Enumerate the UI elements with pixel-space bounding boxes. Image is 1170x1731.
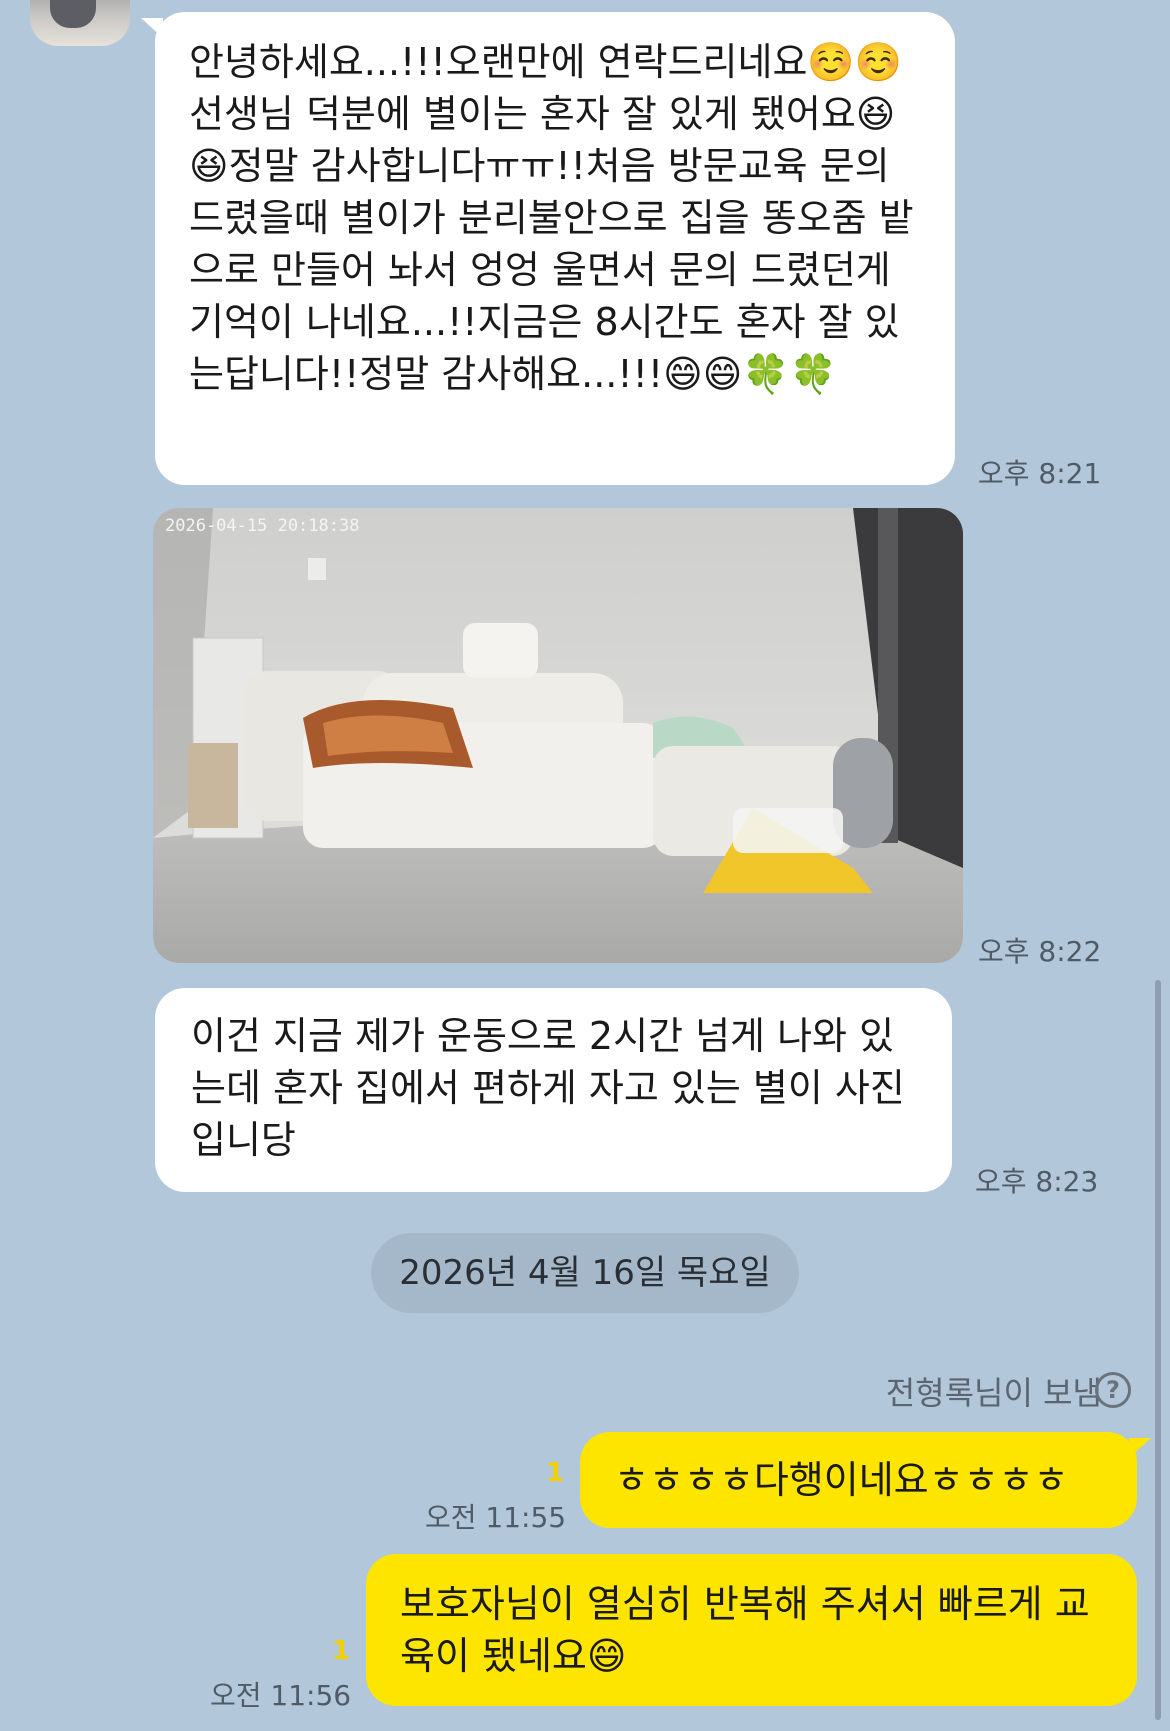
message-text: 이건 지금 제가 운동으로 2시간 넘게 나와 있는데 혼자 집에서 편하게 자… xyxy=(191,1014,905,1162)
sent-message-bubble[interactable]: ㅎㅎㅎㅎ다행이네요ㅎㅎㅎㅎ xyxy=(580,1432,1151,1528)
sent-message-bubble[interactable]: 보호자님이 열심히 반복해 주셔서 빠르게 교육이 됐네요😄 xyxy=(366,1554,1137,1706)
unread-count: 1 xyxy=(332,1636,351,1666)
message-text: 안녕하세요...!!!오랜만에 연락드리네요☺️☺️선생님 덕분에 별이는 혼자… xyxy=(189,40,914,396)
sender-avatar[interactable] xyxy=(30,0,130,46)
help-icon[interactable]: ? xyxy=(1095,1372,1131,1408)
message-time: 오후 8:23 xyxy=(975,1165,1099,1198)
photo-timestamp: 2026-04-15 20:18:38 xyxy=(165,516,360,536)
received-message-bubble[interactable]: 이건 지금 제가 운동으로 2시간 넘게 나와 있는데 혼자 집에서 편하게 자… xyxy=(155,988,952,1192)
message-time: 오전 11:55 xyxy=(425,1501,567,1534)
message-time: 오후 8:22 xyxy=(978,935,1102,968)
room-camera-image xyxy=(153,508,963,963)
sender-note: 전형록님이 보냄 xyxy=(885,1374,1102,1412)
received-photo[interactable]: 2026-04-15 20:18:38 xyxy=(153,508,963,963)
message-text: 보호자님이 열심히 반복해 주셔서 빠르게 교육이 됐네요😄 xyxy=(400,1582,1090,1678)
unread-count: 1 xyxy=(546,1458,565,1488)
message-time: 오후 8:21 xyxy=(978,457,1102,490)
message-text: ㅎㅎㅎㅎ다행이네요ㅎㅎㅎㅎ xyxy=(614,1458,1069,1502)
avatar-figure xyxy=(50,0,96,28)
message-time: 오전 11:56 xyxy=(210,1679,352,1712)
received-message-bubble[interactable]: 안녕하세요...!!!오랜만에 연락드리네요☺️☺️선생님 덕분에 별이는 혼자… xyxy=(141,12,955,485)
date-divider: 2026년 4월 16일 목요일 xyxy=(371,1233,799,1313)
scrollbar[interactable] xyxy=(1155,980,1161,1720)
chat-room: 안녕하세요...!!!오랜만에 연락드리네요☺️☺️선생님 덕분에 별이는 혼자… xyxy=(0,0,1170,1731)
